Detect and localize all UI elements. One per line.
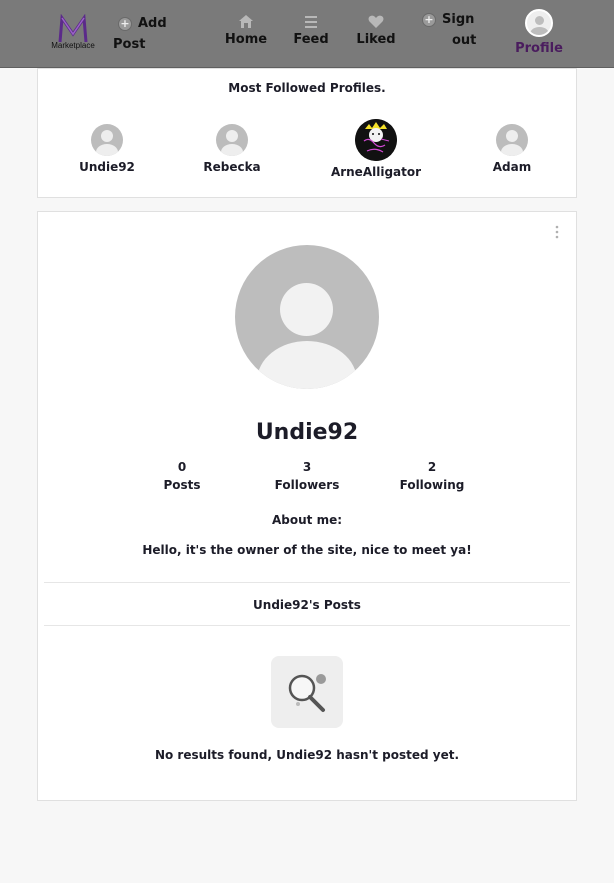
most-followed-profile[interactable]: Rebecka bbox=[177, 124, 287, 174]
divider bbox=[44, 582, 570, 583]
custom-avatar-image bbox=[355, 119, 397, 161]
liked-label: Liked bbox=[356, 32, 396, 47]
about-text: Hello, it's the owner of the site, nice … bbox=[142, 543, 472, 557]
stat-label: Posts bbox=[163, 478, 201, 492]
nav-home[interactable]: Home bbox=[224, 14, 268, 47]
about-title: About me: bbox=[271, 513, 343, 527]
profile-username: Undie92 bbox=[255, 420, 359, 445]
stat-posts: 0 Posts bbox=[122, 460, 242, 492]
sign-out-label-line2: out bbox=[452, 33, 477, 48]
profile-avatar bbox=[235, 245, 379, 389]
nav-feed[interactable]: Feed bbox=[289, 14, 333, 47]
plus-circle-icon: + bbox=[422, 13, 436, 27]
profile-name: Adam bbox=[492, 160, 532, 174]
nav-add-post[interactable]: + Add Post bbox=[113, 16, 183, 52]
profile-name: Rebecka bbox=[203, 160, 261, 174]
profile-name: ArneAlligator bbox=[330, 165, 422, 179]
profile-label: Profile bbox=[515, 41, 563, 56]
empty-posts-message: No results found, Undie92 hasn't posted … bbox=[154, 748, 460, 762]
nav-profile[interactable]: Profile bbox=[514, 9, 564, 56]
avatar bbox=[496, 124, 528, 156]
most-followed-card: Most Followed Profiles. Undie92 Rebecka bbox=[37, 68, 577, 198]
logo-m-icon bbox=[58, 13, 88, 43]
most-followed-profile[interactable]: ArneAlligator bbox=[321, 119, 431, 179]
most-followed-title: Most Followed Profiles. bbox=[228, 81, 386, 95]
sign-out-label-line1: Sign bbox=[442, 12, 475, 27]
marketplace-logo[interactable]: Marketplace bbox=[48, 13, 98, 50]
profile-avatar-icon bbox=[525, 9, 553, 37]
top-navbar: Marketplace + Add Post Home Feed Liked + S… bbox=[0, 0, 614, 68]
stat-value: 3 bbox=[302, 460, 312, 474]
list-icon bbox=[305, 16, 317, 28]
feed-label: Feed bbox=[293, 32, 329, 47]
stat-value: 0 bbox=[177, 460, 187, 474]
stat-following[interactable]: 2 Following bbox=[372, 460, 492, 492]
divider bbox=[44, 625, 570, 626]
add-post-label-line2: Post bbox=[113, 37, 146, 52]
posts-title: Undie92's Posts bbox=[253, 598, 361, 612]
profile-card: Undie92 0 Posts 3 Followers 2 Following … bbox=[37, 211, 577, 801]
avatar bbox=[355, 119, 397, 161]
heart-icon bbox=[368, 15, 384, 28]
logo-text: Marketplace bbox=[51, 41, 95, 50]
stat-value: 2 bbox=[427, 460, 437, 474]
nav-liked[interactable]: Liked bbox=[354, 14, 398, 47]
plus-circle-icon: + bbox=[118, 17, 132, 31]
no-results-illustration bbox=[271, 656, 343, 728]
stat-followers[interactable]: 3 Followers bbox=[247, 460, 367, 492]
avatar bbox=[91, 124, 123, 156]
nav-sign-out[interactable]: + Sign out bbox=[422, 12, 482, 48]
add-post-label-line1: Add bbox=[138, 16, 167, 31]
stat-label: Following bbox=[399, 478, 465, 492]
home-label: Home bbox=[224, 32, 268, 47]
avatar bbox=[216, 124, 248, 156]
most-followed-profile[interactable]: Adam bbox=[457, 124, 567, 174]
most-followed-profile[interactable]: Undie92 bbox=[52, 124, 162, 174]
magnifier-icon bbox=[288, 674, 326, 712]
profile-name: Undie92 bbox=[79, 160, 135, 174]
more-options-icon[interactable] bbox=[554, 224, 560, 240]
stat-label: Followers bbox=[274, 478, 340, 492]
home-icon bbox=[239, 15, 253, 28]
